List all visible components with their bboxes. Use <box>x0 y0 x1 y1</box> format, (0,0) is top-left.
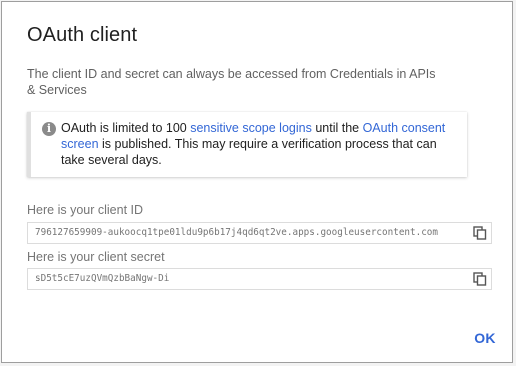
copy-client-secret-icon[interactable] <box>473 272 487 286</box>
notice-text-part-3: is published. This may require a verific… <box>61 137 437 167</box>
client-id-field[interactable]: 796127659909-aukoocq1tpe01ldu9p6b17j4qd6… <box>27 222 492 244</box>
sensitive-scope-logins-link[interactable]: sensitive scope logins <box>190 121 312 135</box>
client-id-label: Here is your client ID <box>27 203 144 217</box>
notice-text-part-1: OAuth is limited to 100 <box>61 121 191 135</box>
ok-button[interactable]: OK <box>470 327 500 349</box>
copy-client-id-icon[interactable] <box>473 226 487 240</box>
client-secret-value[interactable]: sD5t5cE7uzQVmQzbBaNgw-Di <box>35 273 169 284</box>
dialog-title: OAuth client <box>27 24 138 46</box>
client-id-value[interactable]: 796127659909-aukoocq1tpe01ldu9p6b17j4qd6… <box>35 227 438 238</box>
client-secret-label: Here is your client secret <box>27 250 165 264</box>
oauth-client-dialog: OAuth client The client ID and secret ca… <box>1 1 513 363</box>
dialog-description: The client ID and secret can always be a… <box>27 67 436 97</box>
scope-limit-notice: i OAuth is limited to 100 sensitive scop… <box>27 112 467 177</box>
notice-text-part-2: until the <box>311 121 363 135</box>
notice-text: OAuth is limited to 100 sensitive scope … <box>61 120 461 168</box>
client-secret-field[interactable]: sD5t5cE7uzQVmQzbBaNgw-Di <box>27 268 492 290</box>
info-icon: i <box>42 122 56 136</box>
